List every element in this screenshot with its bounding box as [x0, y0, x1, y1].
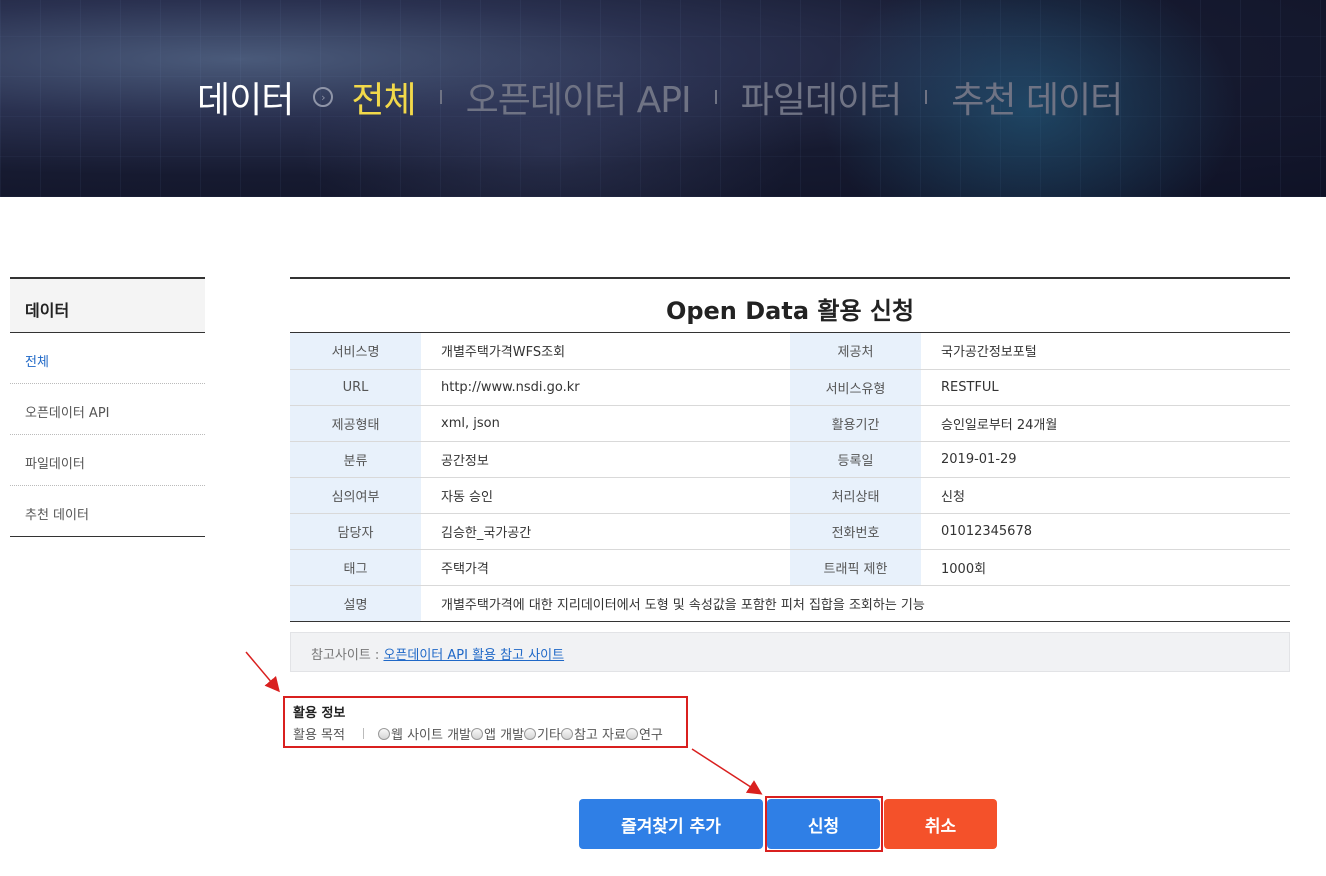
row-value: 신청 [921, 477, 1290, 514]
table-row: 제공형태 xml, json 활용기간 승인일로부터 24개월 [290, 405, 1290, 442]
usage-purpose-row: 활용 목적 웹 사이트 개발 앱 개발 기타 참고 자료 연구 [293, 724, 686, 743]
arrow-to-apply-button [691, 748, 763, 795]
nav-divider [439, 90, 442, 104]
row-value: 승인일로부터 24개월 [921, 405, 1290, 442]
row-value: 주택가격 [421, 549, 790, 586]
nav-tab-file-data[interactable]: 파일데이터 [741, 71, 903, 123]
purpose-option-label: 앱 개발 [484, 728, 525, 743]
row-value: 자동 승인 [421, 477, 790, 514]
row-value: 김승한_국가공간 [421, 513, 790, 550]
sidebar-item-file-data[interactable]: 파일데이터 [10, 435, 205, 486]
reference-label: 참고사이트 : [311, 647, 380, 663]
sidebar-item-open-api[interactable]: 오픈데이터 API [10, 384, 205, 435]
table-row: URL http://www.nsdi.go.kr 서비스유형 RESTFUL [290, 369, 1290, 406]
row-label: URL [290, 369, 421, 406]
row-value: 개별주택가격WFS조회 [421, 333, 790, 370]
row-label: 등록일 [790, 441, 921, 478]
usage-title: 활용 정보 [293, 706, 346, 721]
purpose-option-label: 웹 사이트 개발 [390, 728, 472, 743]
table-row: 분류 공간정보 등록일 2019-01-29 [290, 441, 1290, 478]
nav-divider [714, 90, 717, 104]
chevron-right-icon: › [313, 87, 334, 107]
row-label: 담당자 [290, 513, 421, 550]
purpose-option-label: 참고 자료 [573, 728, 626, 743]
radio-button-icon[interactable] [524, 727, 537, 740]
row-label: 처리상태 [790, 477, 921, 514]
header-banner: 데이터 › 전체 오픈데이터 API 파일데이터 추천 데이터 [0, 0, 1326, 197]
row-label: 심의여부 [290, 477, 421, 514]
row-value: 국가공간정보포털 [921, 333, 1290, 370]
purpose-option-label: 연구 [638, 728, 663, 743]
table-row: 태그 주택가격 트래픽 제한 1000회 [290, 549, 1290, 586]
purpose-option[interactable]: 웹 사이트 개발 [377, 724, 472, 743]
purpose-option[interactable]: 참고 자료 [560, 724, 626, 743]
row-value: 1000회 [921, 549, 1290, 586]
sidebar-title: 데이터 [10, 277, 205, 333]
reference-site: 참고사이트 : 오픈데이터 API 활용 참고 사이트 [290, 631, 1290, 672]
nav-tab-all[interactable]: 전체 [351, 71, 416, 123]
radio-button-icon[interactable] [625, 727, 638, 740]
purpose-option-label: 기타 [537, 728, 561, 743]
row-label: 전화번호 [790, 513, 921, 550]
row-value: xml, json [421, 405, 790, 442]
service-info-table: 서비스명 개별주택가격WFS조회 제공처 국가공간정보포털 URL http://www.… [290, 333, 1290, 622]
row-label: 트래픽 제한 [790, 549, 921, 586]
nav-tab-open-api[interactable]: 오픈데이터 API [466, 71, 692, 123]
radio-button-icon[interactable] [377, 727, 390, 740]
row-label: 활용기간 [790, 405, 921, 442]
table-row: 심의여부 자동 승인 처리상태 신청 [290, 477, 1290, 514]
main-content: Open Data 활용 신청 서비스명 개별주택가격WFS조회 제공처 국가공간정보… [290, 277, 1290, 672]
row-label: 서비스유형 [790, 369, 921, 406]
top-navigation: 데이터 › 전체 오픈데이터 API 파일데이터 추천 데이터 [197, 71, 1123, 123]
cancel-button[interactable]: 취소 [884, 799, 997, 849]
nav-root-label: 데이터 [197, 80, 294, 121]
usage-purpose-options: 웹 사이트 개발 앱 개발 기타 참고 자료 연구 [377, 724, 663, 743]
row-value: 공간정보 [421, 441, 790, 478]
description-value: 개별주택가격에 대한 지리데이터에서 도형 및 속성값을 포함한 피처 집합을 … [421, 584, 1290, 622]
reference-link[interactable]: 오픈데이터 API 활용 참고 사이트 [383, 648, 564, 663]
radio-button-icon[interactable] [471, 727, 484, 740]
nav-divider [925, 90, 928, 104]
row-label: 분류 [290, 441, 421, 478]
table-row: 서비스명 개별주택가격WFS조회 제공처 국가공간정보포털 [290, 333, 1290, 370]
description-label: 설명 [290, 584, 421, 622]
usage-divider [362, 728, 364, 739]
usage-info-box: 활용 정보 활용 목적 웹 사이트 개발 앱 개발 기타 참고 자료 연구 [283, 696, 688, 748]
row-value: 01012345678 [921, 513, 1290, 550]
row-value: http://www.nsdi.go.kr [421, 369, 790, 406]
add-favorite-button[interactable]: 즐겨찾기 추가 [579, 799, 763, 849]
row-label: 제공형태 [290, 405, 421, 442]
page-title: Open Data 활용 신청 [290, 277, 1290, 333]
sidebar-item-recommended[interactable]: 추천 데이터 [10, 486, 205, 537]
table-row: 담당자 김승한_국가공간 전화번호 01012345678 [290, 513, 1290, 550]
usage-purpose-label: 활용 목적 [293, 728, 345, 743]
row-label: 서비스명 [290, 333, 421, 370]
row-value: 2019-01-29 [921, 441, 1290, 478]
row-value: RESTFUL [921, 369, 1290, 406]
description-row: 설명 개별주택가격에 대한 지리데이터에서 도형 및 속성값을 포함한 피처 집합… [290, 584, 1290, 622]
row-label: 제공처 [790, 333, 921, 370]
sidebar-item-all[interactable]: 전체 [10, 333, 205, 384]
radio-button-icon[interactable] [560, 727, 573, 740]
sidebar: 데이터 전체 오픈데이터 API 파일데이터 추천 데이터 [10, 277, 205, 537]
row-label: 태그 [290, 549, 421, 586]
nav-tab-recommended[interactable]: 추천 데이터 [951, 71, 1123, 123]
apply-button[interactable]: 신청 [767, 799, 880, 849]
arrow-to-usage-box [245, 651, 280, 693]
purpose-option[interactable]: 앱 개발 [471, 724, 524, 743]
purpose-option[interactable]: 기타 [524, 724, 561, 743]
purpose-option[interactable]: 연구 [625, 724, 663, 743]
